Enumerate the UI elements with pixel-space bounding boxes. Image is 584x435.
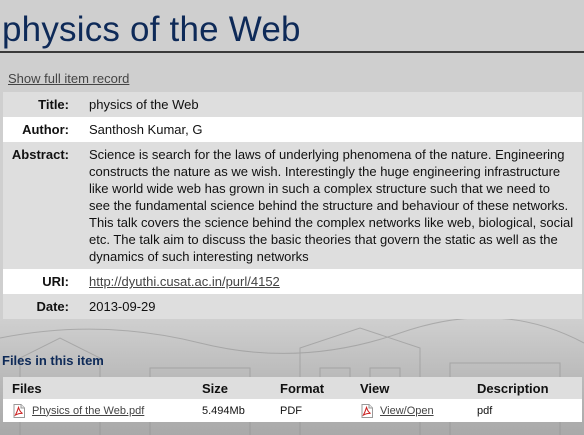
metadata-row-uri: URI: http://dyuthi.cusat.ac.in/purl/4152 — [3, 269, 582, 294]
file-view-cell: View/Open — [360, 403, 477, 418]
pdf-file-icon — [13, 403, 25, 418]
table-row: Physics of the Web.pdf 5.494Mb PDF View/… — [3, 399, 582, 422]
file-name-cell: Physics of the Web.pdf — [3, 403, 202, 418]
metadata-label: Abstract: — [11, 147, 69, 162]
metadata-value: physics of the Web — [89, 97, 199, 112]
metadata-value: 2013-09-29 — [89, 299, 156, 314]
column-header-files: Files — [12, 380, 42, 396]
pdf-file-icon — [361, 403, 373, 418]
show-full-record-link[interactable]: Show full item record — [8, 71, 129, 86]
file-description-cell: pdf — [477, 404, 493, 417]
metadata-row-author: Author: Santhosh Kumar, G — [3, 117, 582, 142]
file-download-link[interactable]: Physics of the Web.pdf — [32, 405, 144, 417]
file-size-cell: 5.494Mb — [202, 404, 245, 417]
metadata-value: Santhosh Kumar, G — [89, 122, 203, 137]
files-table: Files Size Format View Description Physi… — [3, 377, 582, 422]
column-header-format: Format — [280, 380, 325, 396]
metadata-label: Title: — [38, 97, 69, 112]
metadata-value: Science is search for the laws of underl… — [89, 147, 574, 264]
metadata-table: Title: physics of the Web Author: Santho… — [3, 92, 582, 319]
view-open-link[interactable]: View/Open — [380, 405, 434, 417]
metadata-row-title: Title: physics of the Web — [3, 92, 582, 117]
title-divider — [0, 51, 584, 53]
column-header-view: View — [360, 380, 390, 396]
metadata-label: Author: — [22, 122, 69, 137]
metadata-label: URI: — [42, 274, 69, 289]
metadata-row-abstract: Abstract: Science is search for the laws… — [3, 142, 582, 269]
files-heading: Files in this item — [2, 353, 104, 368]
metadata-row-date: Date: 2013-09-29 — [3, 294, 582, 319]
column-header-description: Description — [477, 380, 549, 396]
metadata-label: Date: — [36, 299, 69, 314]
column-header-size: Size — [202, 380, 229, 396]
file-format-cell: PDF — [280, 404, 302, 417]
page-title: physics of the Web — [2, 10, 301, 49]
uri-link[interactable]: http://dyuthi.cusat.ac.in/purl/4152 — [69, 269, 582, 294]
files-table-header: Files Size Format View Description — [3, 377, 582, 399]
